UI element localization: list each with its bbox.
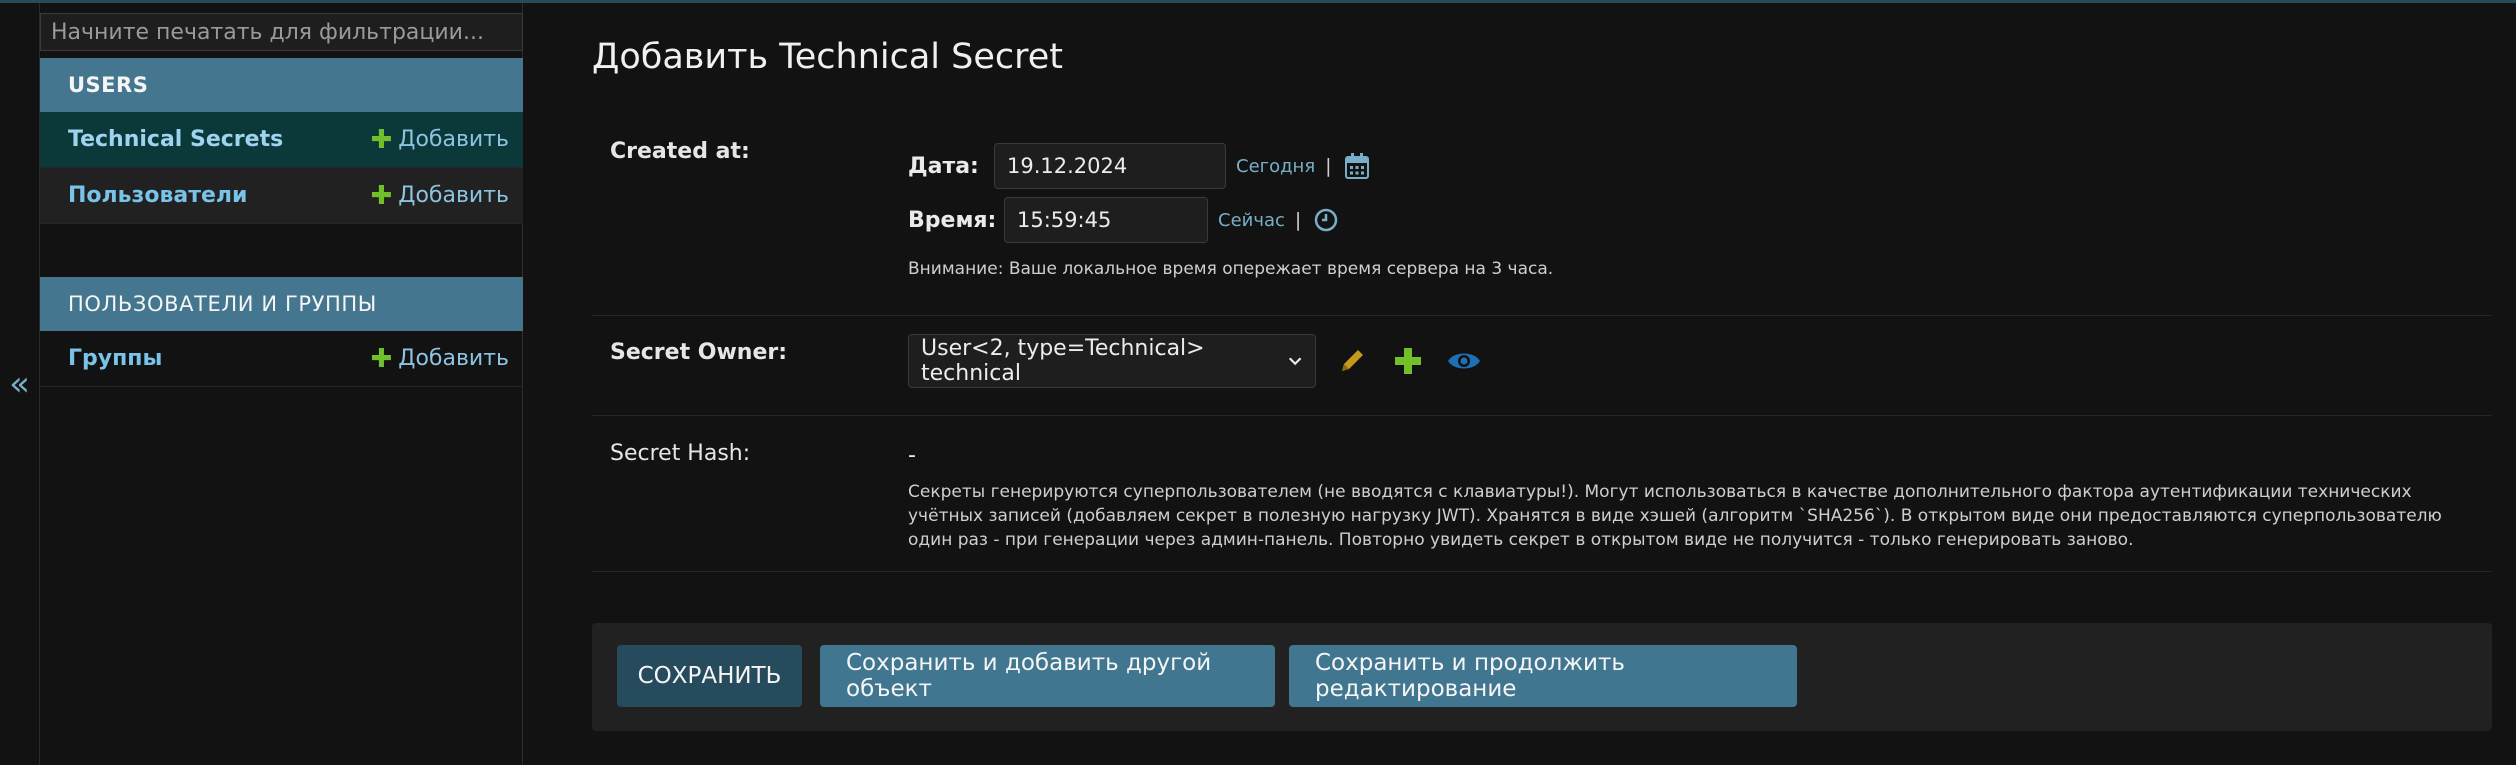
calendar-icon[interactable] [1342,146,1372,186]
clock-icon[interactable] [1311,200,1341,240]
add-user-link[interactable]: ✚ Добавить [370,183,509,209]
add-technical-secret-link[interactable]: ✚ Добавить [370,127,509,153]
field-label-created-at: Created at: [610,139,750,164]
chevron-down-icon [1288,357,1302,366]
main-content: Добавить Technical Secret Created at: Да… [592,3,2492,765]
sidebar-filter-input[interactable] [40,13,523,51]
secret-hash-value: - [908,443,916,468]
field-row-secret-hash: Secret Hash: - Секреты генерируются супе… [592,417,2492,572]
plus-icon: ✚ [370,180,393,211]
time-label: Время: [908,207,997,233]
module-users-and-groups: ПОЛЬЗОВАТЕЛИ И ГРУППЫ Группы ✚ Добавить [40,277,523,387]
save-button[interactable]: СОХРАНИТЬ [617,645,802,707]
page-title: Добавить Technical Secret [592,37,1064,77]
time-input[interactable]: 15:59:45 [1004,197,1208,243]
secret-owner-widget: User<2, type=Technical> technical [908,334,1484,388]
secret-hash-help: Секреты генерируются суперпользователем … [908,482,2442,550]
collapse-sidebar-toggle[interactable]: « [0,3,40,765]
save-and-continue-button[interactable]: Сохранить и продолжить редактирование [1289,645,1797,707]
sidebar-item-label[interactable]: Пользователи [68,183,247,208]
sidebar: USERS Technical Secrets ✚ Добавить Польз… [40,3,523,765]
module-users: USERS Technical Secrets ✚ Добавить Польз… [40,58,523,224]
edit-pencil-icon[interactable] [1332,341,1372,381]
sidebar-item-label[interactable]: Technical Secrets [68,127,283,152]
sidebar-item-technical-secrets: Technical Secrets ✚ Добавить [40,112,523,168]
time-line: Время: 15:59:45 Сейчас | [908,197,1553,243]
plus-icon: ✚ [370,124,393,155]
sidebar-item-label[interactable]: Группы [68,346,162,371]
submit-row: СОХРАНИТЬ Сохранить и добавить другой об… [592,623,2492,731]
add-group-link[interactable]: ✚ Добавить [370,346,509,372]
add-related-plus-icon[interactable] [1388,341,1428,381]
secret-hash-readonly: - Секреты генерируются суперпользователе… [908,443,2468,552]
date-input[interactable]: 19.12.2024 [994,143,1226,189]
double-chevron-left-icon: « [9,364,30,404]
separator: | [1325,155,1332,177]
sidebar-item-users: Пользователи ✚ Добавить [40,168,523,224]
datetime-widget: Дата: 19.12.2024 Сегодня | Время: 15:59:… [908,143,1553,281]
save-and-add-another-button[interactable]: Сохранить и добавить другой объект [820,645,1275,707]
module-caption-auth[interactable]: ПОЛЬЗОВАТЕЛИ И ГРУППЫ [40,277,523,331]
date-line: Дата: 19.12.2024 Сегодня | [908,143,1553,189]
secret-owner-select[interactable]: User<2, type=Technical> technical [908,334,1316,388]
field-label-secret-hash: Secret Hash: [610,441,751,466]
date-label: Дата: [908,153,979,179]
now-link[interactable]: Сейчас [1218,210,1285,231]
plus-icon: ✚ [370,343,393,374]
field-row-created-at: Created at: Дата: 19.12.2024 Сегодня | В… [592,113,2492,316]
module-caption-users[interactable]: USERS [40,58,523,112]
timezone-warning: Внимание: Ваше локальное время опережает… [908,259,1554,279]
field-label-secret-owner: Secret Owner: [610,340,788,365]
separator: | [1294,209,1302,231]
today-link[interactable]: Сегодня [1236,156,1315,177]
sidebar-item-groups: Группы ✚ Добавить [40,331,523,387]
field-row-secret-owner: Secret Owner: User<2, type=Technical> te… [592,317,2492,416]
view-eye-icon[interactable] [1444,341,1484,381]
